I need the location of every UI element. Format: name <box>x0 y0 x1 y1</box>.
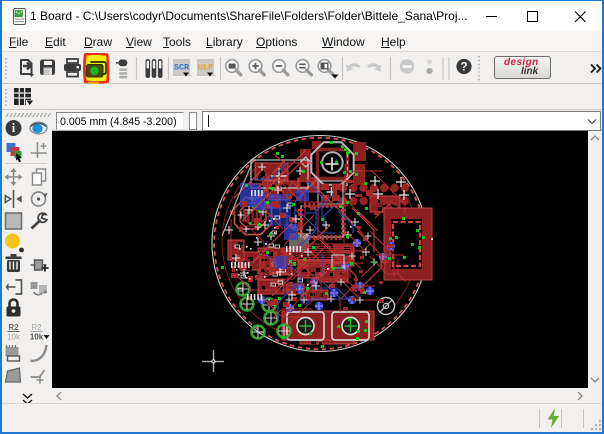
svg-text:ULP: ULP <box>198 63 213 73</box>
svg-text:R2: R2 <box>31 323 42 332</box>
svg-text:R2: R2 <box>8 323 19 332</box>
svg-text:10k: 10k <box>30 333 44 342</box>
svg-text:SCR: SCR <box>174 63 190 73</box>
svg-text:10k: 10k <box>7 333 21 342</box>
svg-text:i: i <box>12 121 16 135</box>
svg-text:?: ? <box>460 61 467 73</box>
